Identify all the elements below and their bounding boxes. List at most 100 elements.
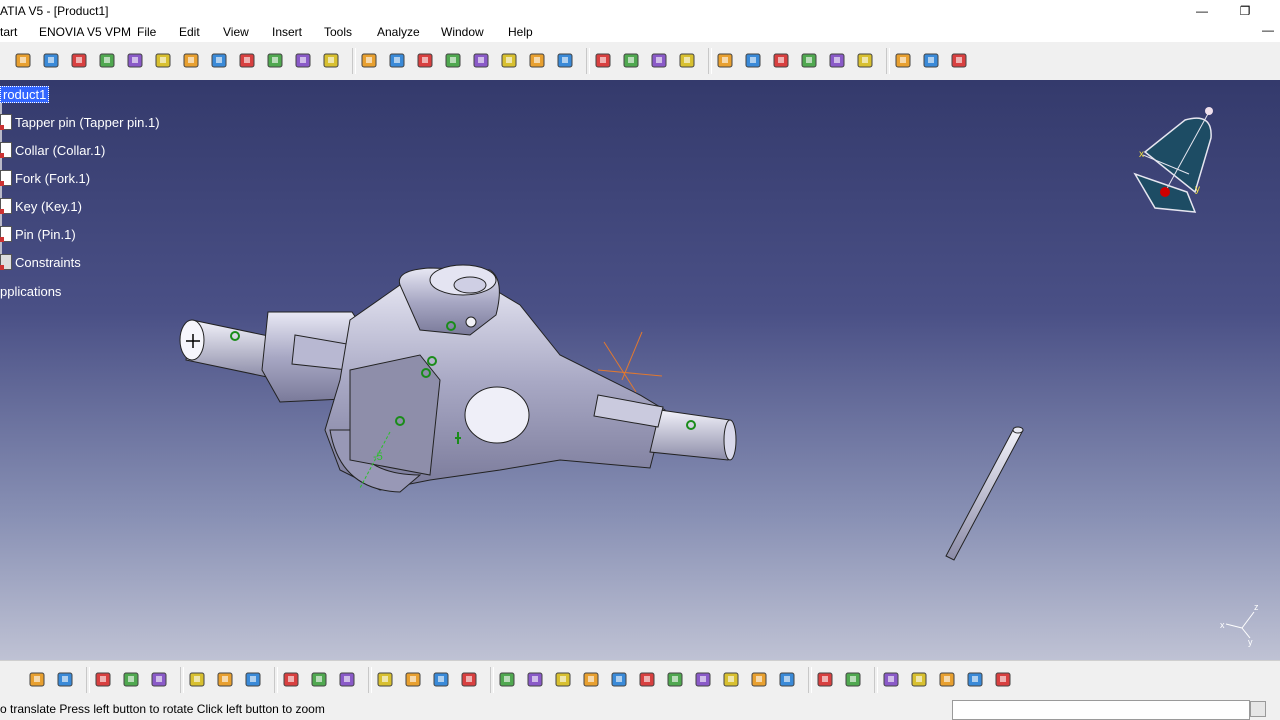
menu-analyze[interactable]: Analyze: [377, 25, 420, 39]
law-icon[interactable]: [910, 670, 930, 690]
pan-icon[interactable]: [554, 670, 574, 690]
compass-y-label: y: [1195, 184, 1200, 195]
toolbar-separator: [874, 667, 878, 693]
menu-enovia[interactable]: ENOVIA V5 VPM: [39, 25, 131, 39]
views-icon[interactable]: [694, 670, 714, 690]
window-title: ATIA V5 - [Product1]: [0, 4, 109, 18]
swap-icon[interactable]: [778, 670, 798, 690]
explode-icon[interactable]: [388, 51, 408, 71]
angle-icon[interactable]: [376, 670, 396, 690]
distance-icon[interactable]: [622, 51, 642, 71]
render-icon[interactable]: [722, 670, 742, 690]
component-icon[interactable]: [70, 51, 90, 71]
toolbar-separator: [708, 48, 712, 74]
smart-move-icon[interactable]: [472, 51, 492, 71]
fast-multi-instantiate-icon[interactable]: [266, 51, 286, 71]
reorder-icon[interactable]: [210, 51, 230, 71]
axis-z-label: z: [1254, 602, 1259, 612]
existing-icon[interactable]: [98, 51, 118, 71]
toolbar-separator: [86, 667, 90, 693]
update-icon[interactable]: [94, 670, 114, 690]
menu-file[interactable]: File: [137, 25, 156, 39]
coincidence-icon[interactable]: [282, 670, 302, 690]
tapper-pin-part[interactable]: [945, 426, 1024, 561]
menu-view[interactable]: View: [223, 25, 249, 39]
fit-all-icon[interactable]: [526, 670, 546, 690]
offset-icon[interactable]: [338, 670, 358, 690]
snap-icon[interactable]: [444, 51, 464, 71]
bill-icon[interactable]: [894, 51, 914, 71]
measure2-icon[interactable]: [938, 670, 958, 690]
toolbar-separator: [586, 48, 590, 74]
tools-icon[interactable]: [360, 51, 380, 71]
hide-icon[interactable]: [750, 670, 770, 690]
print-icon[interactable]: [56, 670, 76, 690]
axis-triad: z x y: [1220, 602, 1259, 647]
rotate-icon[interactable]: [582, 670, 602, 690]
macro-icon[interactable]: [966, 670, 986, 690]
more-icon[interactable]: [994, 670, 1014, 690]
menu-window[interactable]: Window: [441, 25, 484, 39]
menu-help[interactable]: Help: [508, 25, 533, 39]
zoom-out-icon[interactable]: [638, 670, 658, 690]
toolbar-separator: [352, 48, 356, 74]
flag-icon[interactable]: [800, 51, 820, 71]
3d-model[interactable]: -5: [0, 80, 1280, 660]
normal-view-icon[interactable]: [122, 670, 142, 690]
catalog-icon[interactable]: [322, 51, 342, 71]
normal-icon[interactable]: [666, 670, 686, 690]
toolbar-separator: [274, 667, 278, 693]
constraint-label: -5: [373, 451, 383, 463]
fly-icon[interactable]: [498, 670, 518, 690]
publish-icon[interactable]: [294, 51, 314, 71]
inertia-icon[interactable]: [716, 51, 736, 71]
measure-item-icon[interactable]: [678, 51, 698, 71]
compass-x-label: x: [1139, 149, 1144, 160]
existing-position-icon[interactable]: [126, 51, 146, 71]
catalog2-icon[interactable]: [950, 51, 970, 71]
bottom-toolbar: [0, 660, 1280, 699]
contact-icon[interactable]: [310, 670, 330, 690]
dimension-icon[interactable]: [744, 51, 764, 71]
grid-icon[interactable]: [244, 670, 264, 690]
restore-button[interactable]: ❐: [1222, 0, 1268, 22]
clash-icon[interactable]: [556, 51, 576, 71]
fix-icon[interactable]: [188, 670, 208, 690]
3d-viewport[interactable]: roduct1 Tapper pin (Tapper pin.1) Collar…: [0, 80, 1280, 660]
text-icon[interactable]: [772, 51, 792, 71]
menu-insert[interactable]: Insert: [272, 25, 302, 39]
table-icon[interactable]: [882, 670, 902, 690]
restore-icon: ❐: [1239, 4, 1251, 18]
replace-icon[interactable]: [154, 51, 174, 71]
generate-icon[interactable]: [922, 51, 942, 71]
select-icon[interactable]: [28, 670, 48, 690]
manipulate-icon[interactable]: [416, 51, 436, 71]
symbol-icon[interactable]: [216, 670, 236, 690]
graph-tree-icon[interactable]: [182, 51, 202, 71]
quick-constraint-icon[interactable]: [432, 670, 452, 690]
document-close-button[interactable]: —: [1262, 23, 1274, 37]
multi-instantiate-icon[interactable]: [238, 51, 258, 71]
scene-icon[interactable]: [150, 670, 170, 690]
stop-manipulate-icon[interactable]: [500, 51, 520, 71]
menu-start[interactable]: tart: [0, 25, 17, 39]
product-icon[interactable]: [14, 51, 34, 71]
measure-icon[interactable]: [650, 51, 670, 71]
knowledge-icon[interactable]: [844, 670, 864, 690]
sectioning-icon[interactable]: [594, 51, 614, 71]
change-constraint-icon[interactable]: [460, 670, 480, 690]
power-input-button[interactable]: [1250, 701, 1266, 717]
menu-tools[interactable]: Tools: [324, 25, 352, 39]
compass-widget[interactable]: x y: [1125, 102, 1225, 222]
compass-icon[interactable]: [528, 51, 548, 71]
toolbar-separator: [886, 48, 890, 74]
formula-icon[interactable]: [816, 670, 836, 690]
minimize-button[interactable]: —: [1179, 0, 1225, 22]
power-input-field[interactable]: [952, 700, 1250, 720]
annotation-icon[interactable]: [828, 51, 848, 71]
weld-icon[interactable]: [856, 51, 876, 71]
component-icon[interactable]: [42, 51, 62, 71]
zoom-in-icon[interactable]: [610, 670, 630, 690]
fix-together-icon[interactable]: [404, 670, 424, 690]
menu-edit[interactable]: Edit: [179, 25, 200, 39]
